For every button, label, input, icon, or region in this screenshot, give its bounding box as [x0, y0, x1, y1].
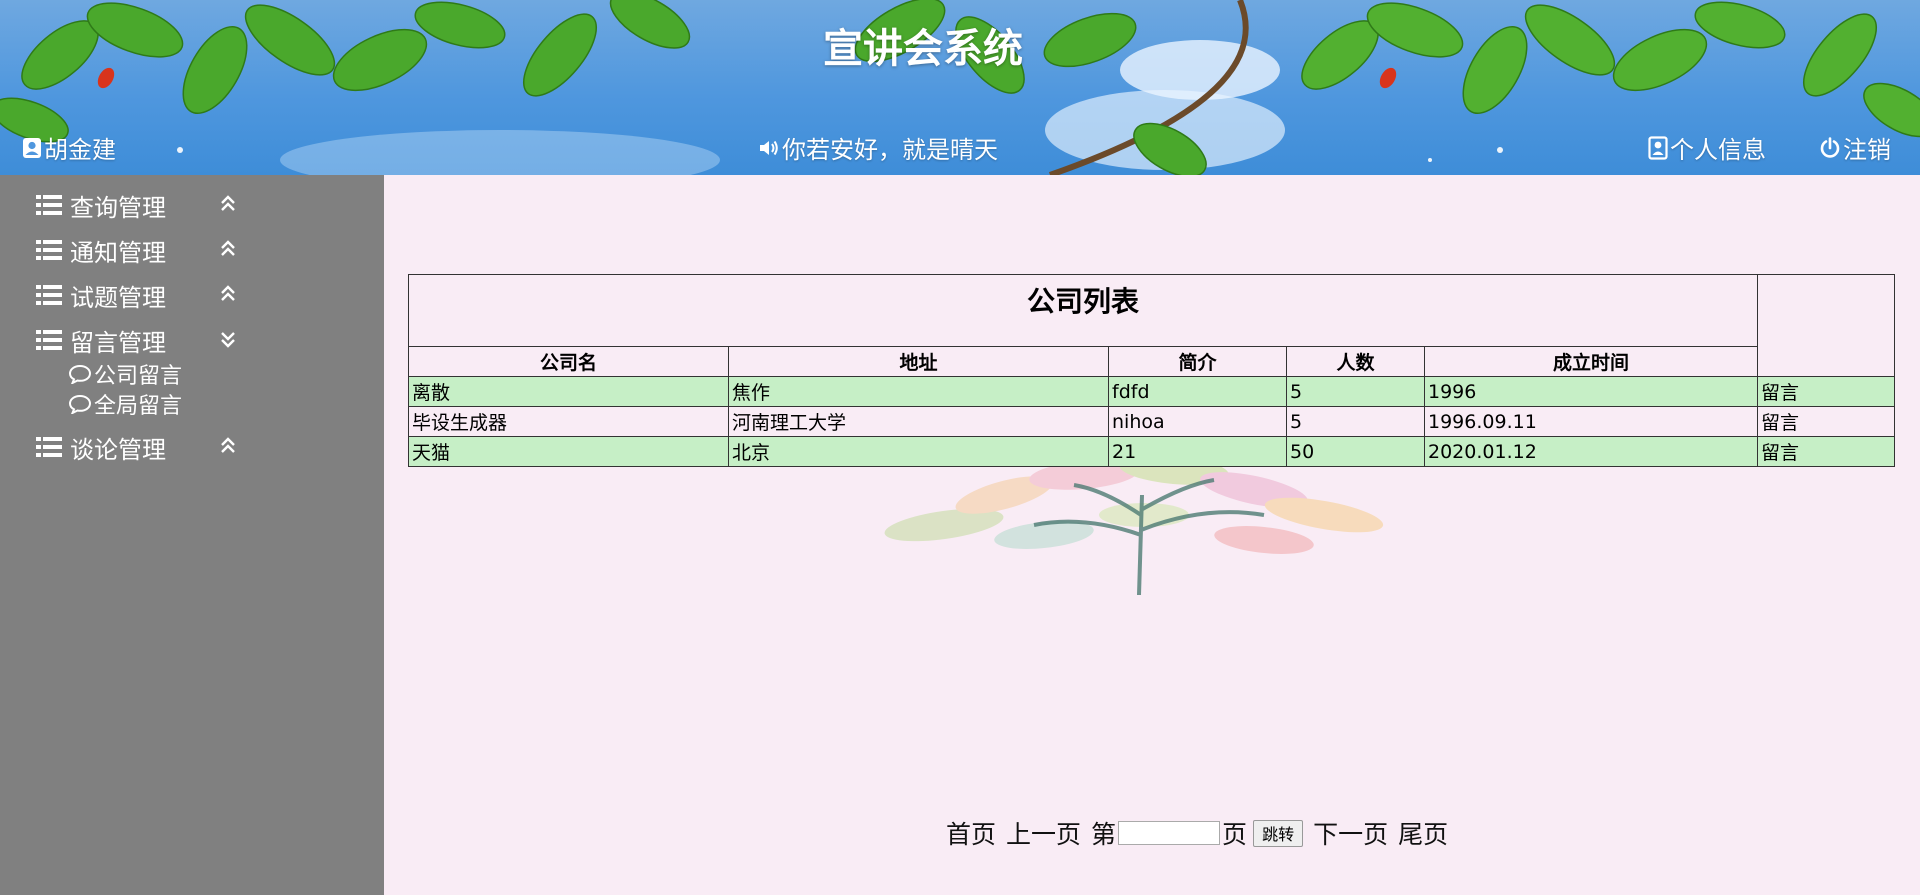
cell-name: 天猫 — [408, 436, 729, 467]
cell-founded: 2020.01.12 — [1424, 436, 1758, 467]
page-suffix-label: 页 — [1222, 820, 1248, 849]
sidebar-item-notice[interactable]: 通知管理 — [36, 232, 235, 268]
sidebar-subitem-label: 公司留言 — [94, 364, 183, 389]
column-header-founded: 成立时间 — [1424, 346, 1758, 377]
cell-address: 北京 — [728, 436, 1109, 467]
cell-address: 焦作 — [728, 376, 1109, 407]
chevron-double-up-icon — [221, 240, 235, 256]
cell-intro: nihoa — [1108, 406, 1287, 437]
cell-name: 毕设生成器 — [408, 406, 729, 437]
logout-link[interactable]: 注销 — [1819, 130, 1891, 165]
table-caption: 公司列表 — [408, 274, 1758, 347]
column-header-count: 人数 — [1286, 346, 1425, 377]
cell-intro: 21 — [1108, 436, 1287, 467]
logout-label: 注销 — [1843, 136, 1891, 164]
tree-watermark-image — [884, 455, 1384, 595]
profile-label: 个人信息 — [1670, 136, 1766, 164]
sidebar: 查询管理 通知管理 试题管理 留言管理 公司留言 全局留言 谈论管理 — [0, 175, 384, 895]
cell-founded: 1996.09.11 — [1424, 406, 1758, 437]
comment-icon — [68, 394, 92, 414]
sidebar-item-label: 留言管理 — [70, 328, 166, 357]
list-icon — [36, 330, 62, 350]
page-number-input[interactable] — [1118, 821, 1221, 845]
profile-link[interactable]: 个人信息 — [1648, 130, 1766, 165]
sidebar-item-label: 谈论管理 — [70, 435, 166, 464]
power-icon — [1820, 136, 1840, 158]
jump-button[interactable]: 跳转 — [1253, 819, 1304, 847]
column-header-intro: 简介 — [1108, 346, 1287, 377]
sidebar-subitem-global-message[interactable]: 全局留言 — [68, 388, 182, 420]
column-header-address: 地址 — [728, 346, 1109, 377]
cell-intro: fdfd — [1108, 376, 1287, 407]
leave-message-link[interactable]: 留言 — [1757, 376, 1895, 407]
user-name: 胡金建 — [44, 136, 116, 164]
page-prefix-label: 第 — [1091, 820, 1117, 849]
current-user: 胡金建 — [22, 130, 116, 165]
prev-page-link[interactable]: 上一页 — [1006, 815, 1081, 851]
speaker-icon — [760, 140, 778, 155]
table-row: 毕设生成器 河南理工大学 nihoa 5 1996.09.11 留言 — [408, 406, 1895, 437]
sidebar-subitem-label: 全局留言 — [94, 394, 183, 419]
table-header-row: 公司名 地址 简介 人数 成立时间 — [408, 346, 1895, 377]
greeting: 你若安好，就是晴天 — [758, 130, 998, 165]
leave-message-link[interactable]: 留言 — [1757, 436, 1895, 467]
sidebar-subitem-company-message[interactable]: 公司留言 — [68, 358, 182, 390]
cell-count: 50 — [1286, 436, 1425, 467]
profile-icon — [1648, 135, 1668, 160]
greeting-text: 你若安好，就是晴天 — [782, 136, 998, 164]
sidebar-item-discussion[interactable]: 谈论管理 — [36, 429, 235, 465]
list-icon — [36, 240, 62, 260]
chevron-double-up-icon — [221, 285, 235, 301]
sidebar-item-message[interactable]: 留言管理 — [36, 322, 235, 358]
cell-founded: 1996 — [1424, 376, 1758, 407]
sidebar-item-label: 通知管理 — [70, 238, 166, 267]
sidebar-item-query[interactable]: 查询管理 — [36, 187, 235, 223]
last-page-link[interactable]: 尾页 — [1398, 815, 1448, 851]
cell-address: 河南理工大学 — [728, 406, 1109, 437]
first-page-link[interactable]: 首页 — [946, 815, 996, 851]
sidebar-item-label: 试题管理 — [70, 283, 166, 312]
cell-name: 离散 — [408, 376, 729, 407]
table-row: 天猫 北京 21 50 2020.01.12 留言 — [408, 436, 1895, 467]
sidebar-item-exam[interactable]: 试题管理 — [36, 277, 235, 313]
page-title: 宣讲会系统 — [823, 26, 1023, 72]
sidebar-item-label: 查询管理 — [70, 193, 166, 222]
column-header-name: 公司名 — [408, 346, 729, 377]
list-icon — [36, 437, 62, 457]
cell-count: 5 — [1286, 376, 1425, 407]
chevron-double-up-icon — [221, 195, 235, 211]
table-blank-cell — [1757, 274, 1895, 377]
list-icon — [36, 285, 62, 305]
pagination: 首页 上一页 第 页 跳转 下一页 尾页 — [946, 815, 1458, 851]
cell-count: 5 — [1286, 406, 1425, 437]
user-card-icon — [23, 137, 41, 158]
comment-icon — [68, 364, 92, 384]
table-row: 离散 焦作 fdfd 5 1996 留言 — [408, 376, 1895, 407]
list-icon — [36, 195, 62, 215]
header-banner: 宣讲会系统 胡金建 你若安好，就是晴天 个人信息 注销 — [0, 0, 1920, 175]
main-content: 公司列表 公司名 地址 简介 人数 成立时间 离散 焦作 fdfd 5 1996… — [384, 175, 1920, 895]
chevron-double-up-icon — [221, 437, 235, 453]
company-table: 公司列表 公司名 地址 简介 人数 成立时间 离散 焦作 fdfd 5 1996… — [408, 274, 1895, 467]
chevron-double-down-icon — [221, 332, 235, 348]
next-page-link[interactable]: 下一页 — [1313, 815, 1388, 851]
leave-message-link[interactable]: 留言 — [1757, 406, 1895, 437]
